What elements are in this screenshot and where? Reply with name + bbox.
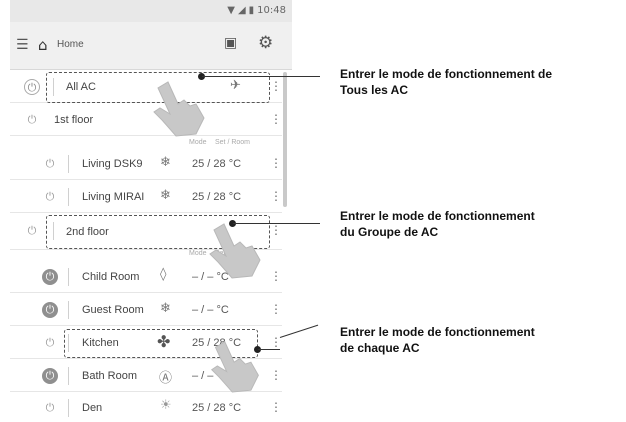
row-label: Child Room [82,271,140,283]
scrollbar[interactable] [283,72,287,207]
callout-all-ac: Entrer le mode de fonctionnement de Tous… [340,66,552,98]
callout-line [258,349,280,350]
row-label: Den [82,402,103,414]
divider [68,301,69,319]
gear-icon[interactable]: ⚙ [258,33,273,53]
divider [68,268,69,286]
more-icon[interactable]: ⋮ [270,223,282,237]
row-label: Bath Room [82,370,138,382]
snowflake-icon: ❄ [160,155,171,170]
divider [68,155,69,173]
power-icon[interactable]: ⏻ [42,368,58,384]
callout-line [202,76,320,77]
column-header-set-room: Set / Room [215,139,251,146]
row-label: Guest Room [82,304,144,316]
callout-text-line: Entrer le mode de fonctionnement [340,209,535,223]
power-icon[interactable]: ⏻ [42,335,58,351]
column-header-mode: Mode [189,139,207,146]
more-icon[interactable]: ⋮ [270,269,282,283]
row-label: Living DSK9 [82,158,143,170]
callout-each-ac: Entrer le mode de fonctionnement de chaq… [340,324,535,356]
callout-text-line: de chaque AC [340,341,420,355]
snowflake-icon: ❄ [160,188,171,203]
signal-icon: ◢ [237,5,246,16]
callout-text-line: Tous les AC [340,83,409,97]
callout-text-line: du Groupe de AC [340,225,439,239]
callout-text-line: Entrer le mode de fonctionnement [340,325,535,339]
status-icons: ▼ ◢ ▮ 10:48 [227,5,286,16]
dry-icon: ◊ [160,267,167,282]
wifi-icon: ▼ [227,5,235,16]
menu-icon[interactable]: ☰ [16,37,29,53]
callout-text-line: Entrer le mode de fonctionnement de [340,67,553,81]
temperature: 25 / 28 °C [192,191,242,203]
list-item-living-mirai[interactable]: ⏻ Living MIRAI ❄ 25 / 28 °C ⋮ [10,180,282,213]
more-icon[interactable]: ⋮ [270,302,282,316]
temperature: 25 / 28 °C [192,402,242,414]
more-icon[interactable]: ⋮ [270,400,282,414]
list-item-guest-room[interactable]: ⏻ Guest Room ❄ – / – °C ⋮ [10,293,282,326]
status-time: 10:48 [257,5,286,16]
more-icon[interactable]: ⋮ [270,189,282,203]
page-title: Home [57,39,84,50]
power-icon[interactable]: ⏻ [24,112,40,128]
power-icon[interactable]: ⏻ [42,156,58,172]
power-icon[interactable]: ⏻ [42,400,58,416]
auto-icon: Ⓐ [159,371,173,386]
tap-hand-icon [211,340,259,393]
more-icon[interactable]: ⋮ [270,156,282,170]
more-icon[interactable]: ⋮ [270,112,282,126]
battery-icon: ▮ [248,5,255,16]
power-icon[interactable]: ⏻ [42,302,58,318]
temperature: – / – °C [192,304,229,316]
more-icon[interactable]: ⋮ [270,368,282,382]
temperature: 25 / 28 °C [192,158,242,170]
snowflake-icon: ❄ [160,301,171,316]
divider [68,367,69,385]
tap-hand-icon [209,223,261,279]
list-item-1st-floor[interactable]: ⏻ 1st floor ⋮ [10,103,282,136]
power-icon[interactable]: ⏻ [42,189,58,205]
home-icon[interactable]: ⌂ [38,36,48,54]
divider [68,399,69,417]
row-label: Living MIRAI [82,191,145,203]
schedule-icon[interactable]: ▣ [224,35,237,51]
sun-icon: ☀ [160,398,172,413]
more-icon[interactable]: ⋮ [270,79,282,93]
power-icon[interactable]: ⏻ [42,269,58,285]
column-header-mode: Mode [189,250,207,257]
callout-group-ac: Entrer le mode de fonctionnement du Grou… [340,208,535,240]
row-label: 1st floor [54,114,94,126]
list-item-den[interactable]: ⏻ Den ☀ 25 / 28 °C ⋮ [10,392,282,422]
callout-line [233,223,320,224]
tap-hand-icon [153,81,205,137]
app-bar: ☰ ⌂ Home ▣ ⚙ [10,22,292,70]
phone-screen: ▼ ◢ ▮ 10:48 ☰ ⌂ Home ▣ ⚙ ⏻ All AC ✈ ⋮ ⏻ … [10,0,292,422]
divider [68,188,69,206]
power-icon[interactable]: ⏻ [24,79,40,95]
status-bar: ▼ ◢ ▮ 10:48 [10,0,292,22]
list-item-living-dsk9[interactable]: ⏻ Living DSK9 ❄ 25 / 28 °C ⋮ [10,148,282,180]
power-icon[interactable]: ⏻ [24,223,40,239]
